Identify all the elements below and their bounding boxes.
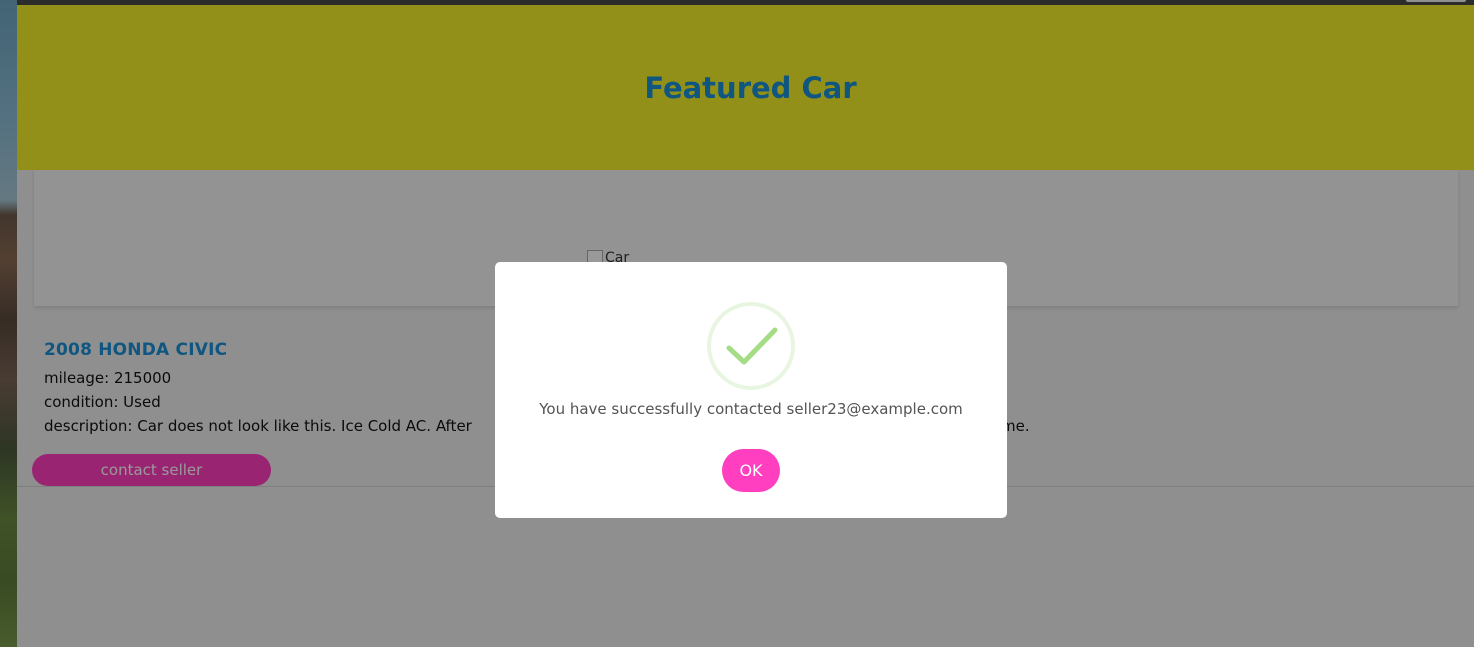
browser-viewport: Featured Car Car 2008 HONDA CIVIC mileag… bbox=[0, 0, 1474, 647]
success-dialog: You have successfully contacted seller23… bbox=[495, 262, 1007, 518]
success-icon-circle bbox=[707, 302, 795, 390]
check-icon bbox=[726, 327, 778, 365]
dialog-message: You have successfully contacted seller23… bbox=[539, 400, 963, 418]
ok-button[interactable]: OK bbox=[722, 449, 780, 492]
